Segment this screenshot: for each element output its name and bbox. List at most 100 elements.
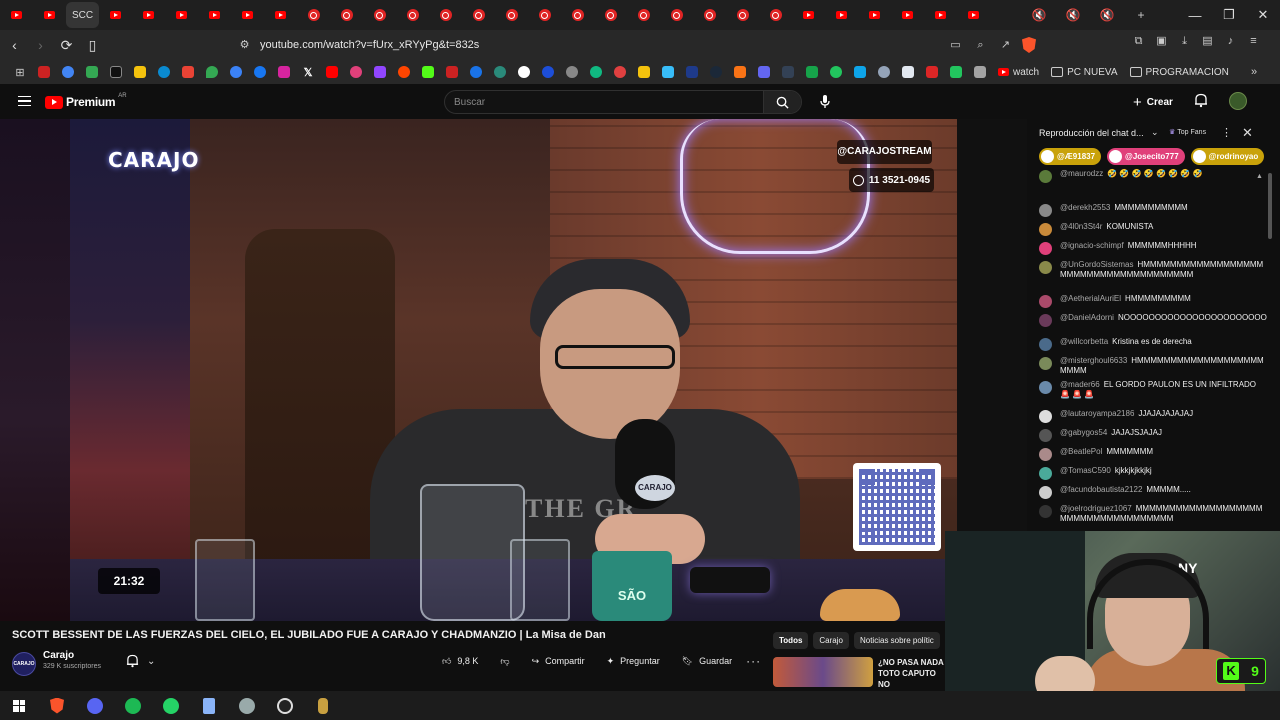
bookmark[interactable] — [680, 64, 704, 80]
bookmark[interactable] — [800, 64, 824, 80]
chat-message[interactable]: @derekh2553 MMMMMMMMMMM — [1039, 203, 1267, 217]
tab-reddit[interactable] — [462, 2, 495, 28]
chat-avatar[interactable] — [1039, 381, 1052, 394]
tab-youtube[interactable] — [132, 2, 165, 28]
tab-youtube[interactable] — [231, 2, 264, 28]
tab-youtube[interactable] — [792, 2, 825, 28]
channel-avatar[interactable]: CARAJO — [12, 652, 36, 676]
bookmark[interactable] — [872, 64, 896, 80]
chat-author[interactable]: @gabygos54 — [1060, 428, 1107, 437]
chat-message[interactable]: @mader66 EL GORDO PAULON ES UN INFILTRADO… — [1039, 380, 1267, 399]
bookmark[interactable] — [824, 64, 848, 80]
chat-author[interactable]: @mader66 — [1060, 380, 1100, 389]
tab-youtube[interactable] — [165, 2, 198, 28]
pinned-fan[interactable]: @rodrinoyao — [1190, 148, 1265, 165]
instagram-icon[interactable] — [272, 64, 296, 80]
share-icon[interactable]: ↗ — [997, 38, 1014, 52]
search-input[interactable]: Buscar — [444, 90, 802, 114]
chat-avatar[interactable] — [1039, 261, 1052, 274]
chat-avatar[interactable] — [1039, 429, 1052, 442]
bookmark[interactable] — [560, 64, 584, 80]
chat-avatar[interactable] — [1039, 448, 1052, 461]
bookmark[interactable] — [104, 64, 128, 80]
bookmark[interactable] — [152, 64, 176, 80]
chat-message[interactable]: @joelrodriguez1067 MMMMMMMMMMMMMMMMMMMMMM… — [1039, 504, 1267, 523]
tab-youtube[interactable] — [99, 2, 132, 28]
bookmark[interactable] — [656, 64, 680, 80]
chat-avatar[interactable] — [1039, 242, 1052, 255]
bookmark[interactable] — [536, 64, 560, 80]
chat-author[interactable]: @TomasC590 — [1060, 466, 1111, 475]
bookmark[interactable] — [632, 64, 656, 80]
account-avatar[interactable] — [1229, 92, 1247, 110]
chip-todos[interactable]: Todos — [773, 632, 809, 649]
tab-youtube[interactable] — [858, 2, 891, 28]
chat-avatar[interactable] — [1039, 410, 1052, 423]
taskbar-discord[interactable] — [76, 691, 114, 720]
tab-reddit[interactable] — [429, 2, 462, 28]
leo-icon[interactable]: ♪ — [1222, 34, 1239, 48]
share-button[interactable]: ↪ Compartir — [524, 651, 593, 671]
screenshot-icon[interactable]: ▣ — [1153, 34, 1170, 48]
chat-message[interactable]: @facundobautista2122 MMMMM..... — [1039, 485, 1267, 499]
tab-youtube[interactable] — [891, 2, 924, 28]
tab-youtube[interactable] — [957, 2, 990, 28]
bookmark[interactable] — [224, 64, 248, 80]
chat-avatar[interactable] — [1039, 170, 1052, 183]
taskbar-app[interactable] — [228, 691, 266, 720]
zoom-icon[interactable]: ⌕ — [972, 38, 989, 52]
chat-message[interactable]: @AetherialAuriEl HMMMMMMMMM — [1039, 294, 1267, 308]
cast-icon[interactable]: ▭ — [947, 38, 964, 52]
like-button[interactable]: 👍︎ 9,8 K — [434, 651, 486, 671]
tab-reddit[interactable] — [396, 2, 429, 28]
tab-youtube[interactable] — [264, 2, 297, 28]
new-tab-icon[interactable]: + — [1126, 8, 1156, 22]
chat-avatar[interactable] — [1039, 295, 1052, 308]
tab-youtube[interactable] — [198, 2, 231, 28]
notifications-button[interactable] — [1194, 93, 1208, 113]
taskbar-brave[interactable] — [38, 691, 76, 720]
site-settings-icon[interactable]: ⚙ — [236, 38, 253, 52]
bookmark[interactable] — [896, 64, 920, 80]
bookmark[interactable] — [80, 64, 104, 80]
close-window-button[interactable]: ✕ — [1246, 0, 1280, 30]
tab-reddit[interactable] — [363, 2, 396, 28]
bookmark[interactable] — [512, 64, 536, 80]
tab-reddit[interactable] — [528, 2, 561, 28]
chat-message[interactable]: @misterghoul6633 HMMMMMMMMMMMMMMMMMMMMMMM — [1039, 356, 1267, 375]
bookmark[interactable] — [776, 64, 800, 80]
chip-noticias[interactable]: Noticias sobre polític — [853, 632, 940, 649]
chat-message[interactable]: @gabygos54 JAJAJSJAJAJ — [1039, 428, 1267, 442]
tab-active[interactable]: SCC — [66, 2, 99, 28]
youtube-icon[interactable] — [320, 64, 344, 80]
tab-reddit[interactable] — [759, 2, 792, 28]
chat-author[interactable]: @4l0n3St4r — [1060, 222, 1102, 231]
tab-youtube[interactable] — [825, 2, 858, 28]
chat-message[interactable]: @TomasC590 kjkkjkjkkjkj — [1039, 466, 1267, 480]
mute-tab-icon[interactable]: 🔇 — [1092, 8, 1122, 22]
pinned-fan[interactable]: @Æ91837 — [1039, 148, 1102, 165]
taskbar-league[interactable] — [304, 691, 342, 720]
bookmark[interactable] — [392, 64, 416, 80]
chat-message[interactable]: @DanielAdorni NOOOOOOOOOOOOOOOOOOOOOOO — [1039, 313, 1267, 327]
bookmark-watch[interactable]: watch — [998, 67, 1039, 78]
tab-reddit[interactable] — [726, 2, 759, 28]
chip-carajo[interactable]: Carajo — [813, 632, 849, 649]
chat-avatar[interactable] — [1039, 467, 1052, 480]
chat-avatar[interactable] — [1039, 357, 1052, 370]
create-button[interactable]: + Crear — [1133, 92, 1173, 112]
downloads-icon[interactable]: ⤓ — [1176, 34, 1193, 48]
bookmark[interactable] — [584, 64, 608, 80]
bookmark[interactable] — [56, 64, 80, 80]
chevron-down-icon[interactable]: ⌄ — [1151, 127, 1159, 138]
tab-reddit[interactable] — [495, 2, 528, 28]
steam-icon[interactable] — [704, 64, 728, 80]
more-actions-icon[interactable]: ··· — [746, 654, 761, 668]
chat-avatar[interactable] — [1039, 338, 1052, 351]
chat-author[interactable]: @BeatlePol — [1060, 447, 1102, 456]
bookmark[interactable] — [128, 64, 152, 80]
chat-author[interactable]: @derekh2553 — [1060, 203, 1110, 212]
chat-message[interactable]: @4l0n3St4r KOMUNISTA — [1039, 222, 1267, 236]
reload-button[interactable]: ⟳ — [55, 33, 78, 57]
tab-youtube[interactable] — [0, 2, 33, 28]
